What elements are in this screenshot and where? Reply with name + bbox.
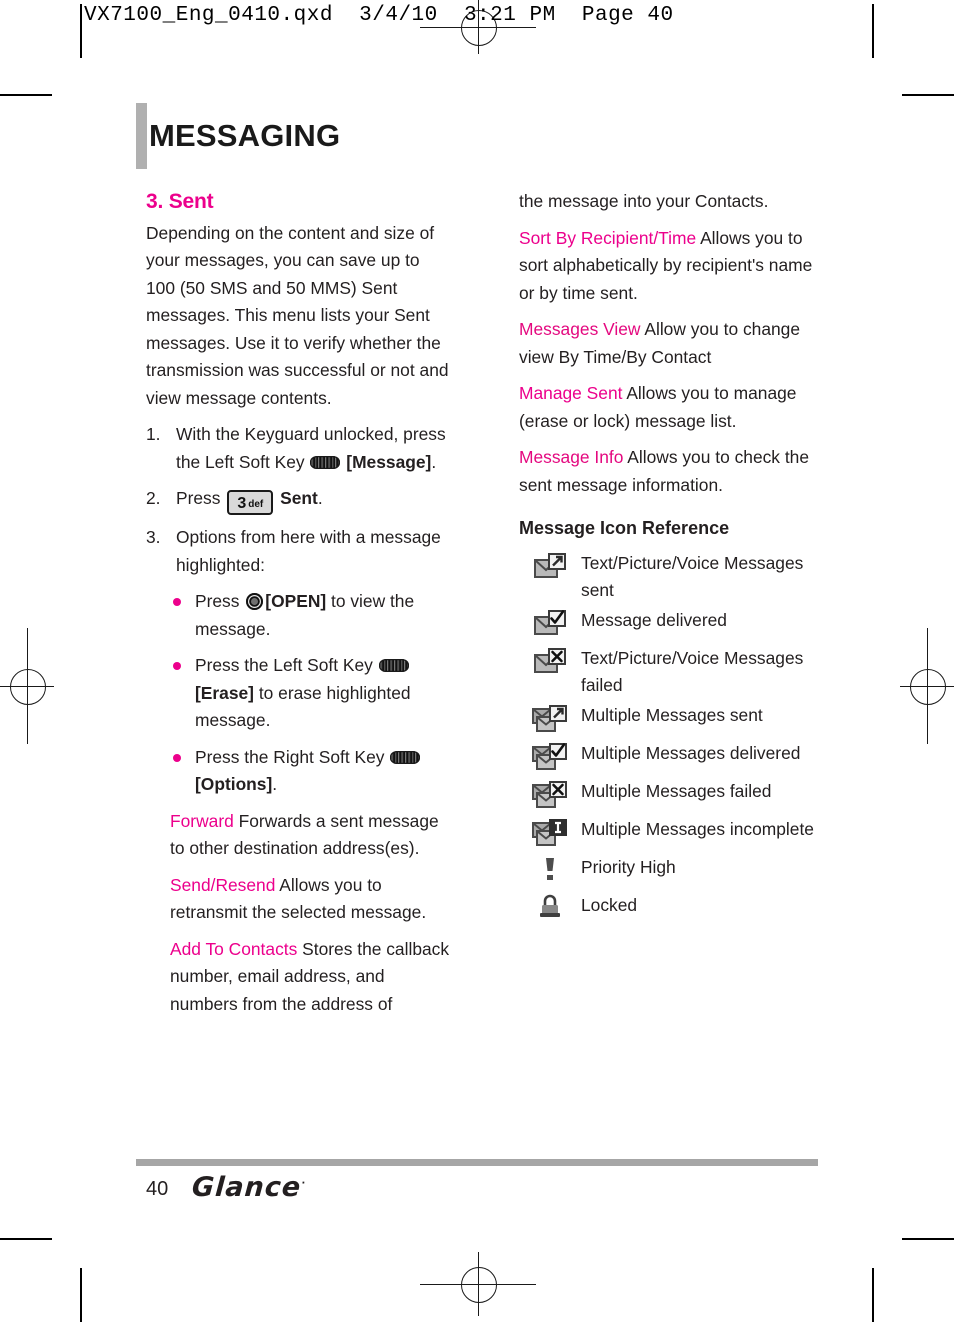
icon-reference-row: Multiple Messages sent: [519, 702, 824, 738]
bullet-text-pre: Press: [195, 591, 240, 611]
step-text-end: .: [317, 488, 323, 508]
icon-reference-row: Multiple Messages incomplete: [519, 816, 824, 852]
bullet-dot-icon: [173, 598, 181, 606]
icon-reference-label: Locked: [581, 894, 638, 915]
definition-message-info: Message Info Allows you to check the sen…: [519, 444, 824, 499]
icon-reference-row: Priority High: [519, 854, 824, 890]
bullet-item-options: Press the Right Soft Key [Options].: [170, 744, 451, 799]
bullet-text-pre: Press the Left Soft Key: [195, 655, 373, 675]
bullet-text-pre: Press the Right Soft Key: [195, 746, 385, 767]
footer-brand-logo: Glance·: [191, 1172, 307, 1203]
section-heading-sent: 3. Sent: [146, 190, 214, 213]
icon-reference-row: Message delivered: [519, 607, 824, 643]
step-number: 3.: [146, 527, 161, 547]
numeric-key-3-icon: 3 def: [227, 490, 274, 515]
definition-term: Forward: [170, 810, 234, 831]
multi-envelope-incomplete-icon: [519, 816, 581, 850]
icon-reference-heading: Message Icon Reference: [519, 518, 730, 538]
continuation-paragraph: the message into your Contacts.: [519, 191, 769, 211]
page-title-accent-bar: [136, 103, 147, 169]
multi-envelope-failed-icon: [519, 778, 581, 812]
left-column: 3. Sent Depending on the content and siz…: [146, 188, 451, 1027]
ok-key-icon: [246, 593, 264, 610]
footer-page-number: 40: [146, 1178, 169, 1200]
step-number: 1.: [146, 424, 161, 444]
bullet-item-open: Press [OPEN] to view the message.: [170, 588, 451, 643]
definition-add-to-contacts: Add To Contacts Stores the callback numb…: [170, 936, 451, 1019]
steps-list: 1. With the Keyguard unlocked, press the…: [146, 421, 451, 579]
priority-high-icon: [519, 854, 581, 884]
right-column: the message into your Contacts. Sort By …: [519, 188, 824, 930]
step-item-1: 1. With the Keyguard unlocked, press the…: [146, 421, 451, 476]
bullet-text-post: .: [272, 774, 278, 794]
definition-messages-view: Messages View Allow you to change view B…: [519, 316, 824, 371]
step-menu-label: Sent: [280, 488, 318, 508]
icon-reference-row: Multiple Messages failed: [519, 778, 824, 814]
page-title: MESSAGING: [149, 118, 341, 153]
footer-brand-text: Glance: [190, 1172, 303, 1203]
icon-reference-row: Text/Picture/Voice Messages failed: [519, 645, 824, 700]
intro-paragraph: Depending on the content and size of you…: [146, 222, 449, 408]
bullet-dot-icon: [173, 753, 181, 762]
definition-manage-sent: Manage Sent Allows you to manage (erase …: [519, 380, 824, 435]
step-key-label: [Message]: [346, 451, 432, 472]
definition-term: Message Info: [519, 447, 624, 467]
icon-reference-label: Multiple Messages incomplete: [581, 818, 814, 839]
icon-reference-table: Text/Picture/Voice Messages sent Message…: [519, 550, 824, 928]
step-text: Options from here with a message highlig…: [176, 527, 441, 575]
numeric-key-letters: def: [248, 499, 264, 510]
step-item-3: 3. Options from here with a message high…: [146, 524, 451, 579]
footer-divider: [136, 1159, 818, 1166]
bullet-item-erase: Press the Left Soft Key [Erase] to erase…: [170, 652, 451, 735]
icon-reference-row: Locked: [519, 892, 824, 928]
multi-envelope-delivered-icon: [519, 740, 581, 774]
soft-key-icon: [310, 455, 341, 469]
icon-reference-label: Priority High: [581, 856, 676, 877]
multi-envelope-sent-icon: [519, 702, 581, 736]
icon-reference-label: Multiple Messages failed: [581, 780, 772, 801]
definition-forward: Forward Forwards a sent message to other…: [170, 808, 451, 863]
icon-reference-label: Text/Picture/Voice Messages failed: [581, 647, 804, 696]
envelope-sent-icon: [519, 550, 581, 582]
step-item-2: 2. Press 3 def Sent.: [146, 485, 451, 515]
icon-reference-label: Multiple Messages sent: [581, 704, 763, 725]
icon-reference-label: Text/Picture/Voice Messages sent: [581, 552, 804, 601]
definition-term: Manage Sent: [519, 383, 623, 403]
definition-send-resend: Send/Resend Allows you to retransmit the…: [170, 872, 451, 927]
numeric-key-digit: 3: [237, 495, 247, 512]
icon-reference-row: Text/Picture/Voice Messages sent: [519, 550, 824, 605]
step-text-end: .: [431, 451, 437, 472]
definition-term: Messages View: [519, 319, 641, 339]
locked-icon: [519, 892, 581, 922]
bullet-key-label: [Options]: [195, 774, 273, 794]
soft-key-icon: [390, 750, 421, 764]
envelope-failed-icon: [519, 645, 581, 677]
icon-reference-row: Multiple Messages delivered: [519, 740, 824, 776]
definition-sort-by-recipient-time: Sort By Recipient/Time Allows you to sor…: [519, 225, 824, 308]
left-definitions: Forward Forwards a sent message to other…: [170, 808, 451, 1019]
bullet-key-label: [Erase]: [195, 682, 254, 703]
soft-key-icon: [378, 659, 409, 672]
icon-reference-label: Message delivered: [581, 609, 727, 630]
icon-reference-label: Multiple Messages delivered: [581, 742, 801, 763]
bullet-key-label: [OPEN]: [265, 591, 327, 611]
envelope-delivered-icon: [519, 607, 581, 639]
manual-page: MESSAGING 3. Sent Depending on the conte…: [0, 0, 954, 1335]
footer-brand-mark: ·: [301, 1178, 307, 1189]
definition-term: Send/Resend: [170, 874, 276, 895]
step-text: Press: [176, 488, 221, 508]
step-number: 2.: [146, 488, 161, 508]
options-bullet-list: Press [OPEN] to view the message. Press …: [170, 588, 451, 799]
definition-term: Sort By Recipient/Time: [519, 227, 697, 248]
definition-term: Add To Contacts: [170, 938, 298, 959]
bullet-dot-icon: [173, 662, 181, 670]
